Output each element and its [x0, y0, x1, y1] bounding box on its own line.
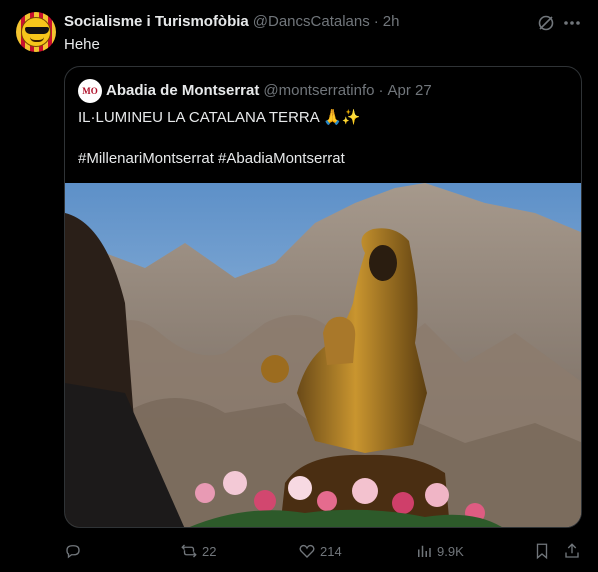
quoted-author-name[interactable]: Abadia de Montserrat [106, 82, 259, 99]
tweet-actions: 22 214 9.9K [0, 539, 598, 563]
tweet-header: Socialisme i Turismofòbia @DancsCatalans… [64, 13, 528, 30]
retweet-icon [181, 544, 197, 558]
like-icon [299, 544, 315, 558]
share-icon [565, 543, 579, 558]
quoted-tweet-text: IL·LUMINEU LA CATALANA TERRA 🙏✨ [78, 109, 361, 126]
views-count: 9.9K [437, 543, 464, 559]
like-button[interactable]: 214 [298, 539, 342, 563]
grok-icon[interactable] [536, 13, 556, 33]
author-name[interactable]: Socialisme i Turismofòbia [64, 13, 249, 30]
share-button[interactable] [563, 539, 581, 563]
retweet-count: 22 [202, 543, 217, 559]
like-count: 214 [320, 543, 342, 559]
views-button[interactable]: 9.9K [415, 539, 464, 563]
montserrat-virgin-photo [65, 183, 581, 527]
separator-dot: · [373, 13, 379, 30]
author-handle[interactable]: @DancsCatalans [253, 13, 370, 30]
bookmark-icon [536, 543, 548, 560]
tweet-text: Hehe [64, 36, 100, 53]
views-icon [418, 545, 431, 557]
quoted-author-avatar[interactable]: MO [78, 79, 102, 103]
sunglasses-emoji-icon [21, 17, 51, 47]
quoted-avatar-logo: MO [82, 86, 98, 96]
quoted-author-handle[interactable]: @montserratinfo [263, 82, 374, 99]
retweet-button[interactable]: 22 [180, 539, 216, 563]
bookmark-button[interactable] [533, 539, 551, 563]
quoted-tweet-header: Abadia de Montserrat @montserratinfo · A… [106, 82, 571, 99]
quoted-tweet-hashtags[interactable]: #MillenariMontserrat #AbadiaMontserrat [78, 149, 345, 169]
quoted-tweet[interactable]: MO Abadia de Montserrat @montserratinfo … [64, 66, 582, 528]
reply-icon [66, 545, 80, 559]
reply-button[interactable] [64, 539, 86, 563]
separator-dot: · [378, 82, 384, 99]
author-avatar[interactable] [16, 12, 56, 52]
quoted-timestamp[interactable]: Apr 27 [387, 82, 431, 99]
quoted-tweet-image[interactable] [65, 183, 581, 527]
tweet[interactable]: Socialisme i Turismofòbia @DancsCatalans… [0, 0, 598, 572]
more-icon[interactable] [562, 13, 582, 33]
timestamp[interactable]: 2h [383, 13, 400, 30]
